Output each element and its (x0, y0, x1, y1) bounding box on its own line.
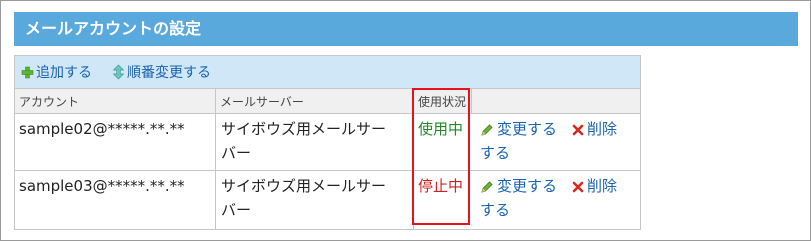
column-header-row: アカウント メールサーバー 使用状況 (15, 89, 640, 113)
delete-label-wrap[interactable]: する (480, 198, 510, 223)
divider (471, 89, 472, 113)
pencil-icon (481, 123, 493, 136)
delete-account-link[interactable]: 削除 (572, 174, 617, 199)
edit-label: 変更する (497, 177, 558, 195)
x-icon (572, 181, 584, 192)
divider (15, 113, 640, 114)
divider (215, 89, 216, 229)
page-header: メールアカウントの設定 (14, 12, 798, 46)
edit-account-link[interactable]: 変更する (480, 117, 557, 142)
plus-icon (21, 66, 34, 78)
account-address: sample02@*****.**.** (19, 120, 185, 138)
add-account-link[interactable]: 追加する (21, 62, 92, 82)
delete-account-link[interactable]: 削除 (572, 117, 617, 142)
mail-server-name: サイボウズ用メールサー (221, 177, 387, 195)
divider (413, 89, 414, 229)
divider (15, 170, 640, 171)
edit-account-link[interactable]: 変更する (480, 174, 557, 199)
reorder-label: 順番変更する (127, 65, 211, 81)
column-header-status: 使用状況 (418, 95, 467, 109)
up-down-arrows-icon (112, 64, 125, 80)
divider (15, 88, 640, 89)
status-badge: 使用中 (418, 120, 464, 138)
account-address: sample03@*****.**.** (19, 177, 185, 195)
status-badge: 停止中 (418, 177, 464, 195)
edit-label: 変更する (497, 120, 558, 138)
mail-server-name-wrap: バー (221, 201, 252, 219)
x-icon (572, 124, 584, 135)
mail-server-name-wrap: バー (221, 144, 252, 162)
pencil-icon (481, 180, 493, 193)
reorder-link[interactable]: 順番変更する (112, 62, 211, 82)
mail-server-name: サイボウズ用メールサー (221, 120, 387, 138)
delete-label: 削除 (587, 177, 618, 195)
column-header-server: メールサーバー (220, 95, 304, 109)
toolbar: 追加する 順番変更する (15, 56, 640, 88)
page-title: メールアカウントの設定 (25, 19, 202, 38)
column-header-account: アカウント (19, 95, 80, 109)
delete-label: 削除 (587, 120, 618, 138)
add-account-label: 追加する (36, 65, 92, 81)
account-list-panel: 追加する 順番変更する アカウント メールサーバー 使用状況 sample02@… (14, 55, 641, 230)
delete-label-wrap[interactable]: する (480, 141, 510, 166)
